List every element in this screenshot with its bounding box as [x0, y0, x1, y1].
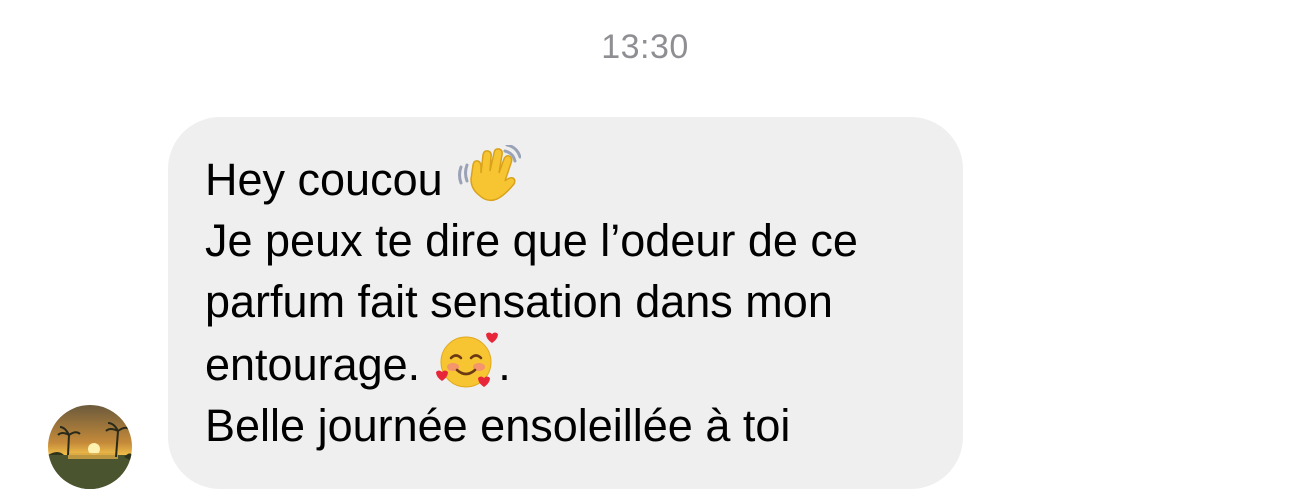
message-line-2: Je peux te dire que l’odeur de ce — [205, 215, 858, 266]
message-text: Hey coucou — [205, 154, 443, 205]
waving-hand-icon — [457, 145, 521, 203]
message-text: entourage. — [205, 339, 421, 390]
message-line-4: entourage. . — [205, 332, 933, 395]
message-line-1: Hey coucou — [205, 145, 933, 210]
message-timestamp: 13:30 — [601, 28, 689, 66]
message-line-5: Belle journée ensoleillée à toi — [205, 400, 791, 451]
trailing-punctuation: . — [498, 339, 511, 390]
message-bubble[interactable]: Hey coucou Je peux te dire que l’odeur d… — [168, 117, 963, 489]
message-line-3: parfum fait sensation dans mon — [205, 276, 833, 327]
smiling-face-with-hearts-icon — [436, 332, 499, 390]
sender-avatar[interactable] — [48, 405, 132, 489]
sunset-photo-avatar — [48, 405, 132, 489]
